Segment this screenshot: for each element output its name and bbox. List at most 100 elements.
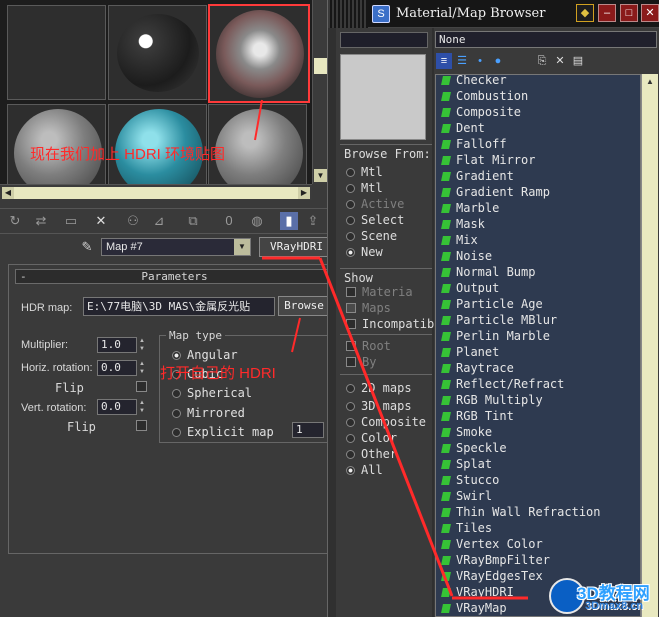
map-list-item[interactable]: Normal Bump xyxy=(441,264,535,280)
map-list-item[interactable]: VRayEdgesTex xyxy=(441,568,543,584)
show-in-viewport-icon[interactable]: ◍ xyxy=(248,212,266,230)
put-to-scene-icon[interactable]: ⇄ xyxy=(32,212,50,230)
map-list-item[interactable]: Composite xyxy=(441,104,521,120)
map-list-item[interactable]: Combustion xyxy=(441,88,528,104)
radio-button[interactable] xyxy=(172,428,181,437)
vert-rotation-field[interactable]: 0.0 xyxy=(97,399,137,415)
map-list-item[interactable]: Planet xyxy=(441,344,499,360)
sample-slot-2[interactable] xyxy=(108,5,207,100)
map-list-item[interactable]: Particle MBlur xyxy=(441,312,557,328)
parameters-rollout-header[interactable]: - Parameters xyxy=(15,269,333,284)
browser-titlebar[interactable]: S Material/Map Browser ◆ – □ ✕ xyxy=(328,0,659,28)
reset-icon[interactable]: ✕ xyxy=(92,212,110,230)
browse-from-mtl-library[interactable]: Mtl xyxy=(346,165,383,179)
radio-button[interactable] xyxy=(172,389,181,398)
scroll-thumb[interactable] xyxy=(314,58,327,74)
multiplier-spinner[interactable]: ▲ ▼ xyxy=(137,337,147,353)
view-list-icon[interactable]: ≡ xyxy=(436,53,452,69)
window-menu-icon[interactable]: ◆ xyxy=(576,4,594,22)
scroll-down-icon[interactable]: ▼ xyxy=(314,169,327,182)
map-list-item[interactable]: Smoke xyxy=(441,424,492,440)
map-list-item[interactable]: Swirl xyxy=(441,488,492,504)
view-list-icons-icon[interactable]: ☰ xyxy=(454,53,470,69)
radio-button[interactable] xyxy=(172,409,181,418)
map-type-mirrored[interactable]: Mirrored xyxy=(172,406,245,420)
map-list-item[interactable]: Mix xyxy=(441,232,478,248)
scroll-thumb[interactable] xyxy=(14,187,298,199)
map-list-item[interactable]: VRayHDRI xyxy=(441,584,514,600)
category-2d-maps[interactable]: 2D maps xyxy=(346,381,412,395)
map-type-button[interactable]: VRayHDRI xyxy=(259,237,333,257)
map-list-item[interactable]: Gradient Ramp xyxy=(441,184,550,200)
show-incompatible-checkbox[interactable]: Incompatib xyxy=(346,317,434,331)
close-icon[interactable]: ✕ xyxy=(641,4,659,22)
show-end-result-icon[interactable]: ▮ xyxy=(280,212,298,230)
map-list-item[interactable]: RGB Tint xyxy=(441,408,514,424)
put-to-library-icon[interactable]: ⧉ xyxy=(184,212,202,230)
map-list-item[interactable]: Output xyxy=(441,280,499,296)
browse-from-selected[interactable]: Select xyxy=(346,213,404,227)
map-list-item[interactable]: Falloff xyxy=(441,136,507,152)
scroll-up-icon[interactable]: ▲ xyxy=(644,76,656,88)
eyedropper-icon[interactable]: ✎ xyxy=(78,238,96,256)
map-list-item[interactable]: Checker xyxy=(441,75,507,88)
map-list-item[interactable]: Reflect/Refract xyxy=(441,376,564,392)
map-list-item[interactable]: Mask xyxy=(441,216,485,232)
clear-library-icon[interactable]: ▤ xyxy=(570,53,586,69)
category-color-mods[interactable]: Color xyxy=(346,431,397,445)
map-list-item[interactable]: Speckle xyxy=(441,440,507,456)
map-list-item[interactable]: Splat xyxy=(441,456,492,472)
scroll-right-icon[interactable]: ▶ xyxy=(298,187,310,199)
map-list-item[interactable]: VRayBmpFilter xyxy=(441,552,550,568)
map-list-item[interactable]: Flat Mirror xyxy=(441,152,535,168)
material-id-icon[interactable]: 0 xyxy=(220,212,238,230)
category-compositors[interactable]: Composite xyxy=(346,415,426,429)
get-material-icon[interactable]: ↻ xyxy=(6,212,24,230)
explicit-map-channel-field[interactable]: 1 xyxy=(292,422,324,438)
delete-from-library-icon[interactable]: ✕ xyxy=(552,53,568,69)
make-unique-icon[interactable]: ⊿ xyxy=(150,212,168,230)
map-list-item[interactable]: Stucco xyxy=(441,472,499,488)
horiz-flip-checkbox[interactable] xyxy=(136,381,147,392)
map-list-item[interactable]: Vertex Color xyxy=(441,536,543,552)
map-list-item[interactable]: Perlin Marble xyxy=(441,328,550,344)
vert-rotation-spinner[interactable]: ▲ ▼ xyxy=(137,399,147,415)
map-name-field[interactable]: Map #7 ▼ xyxy=(101,238,251,256)
map-type-list[interactable]: Checker Combustion Composite Dent Falloff Fla… xyxy=(435,74,641,617)
make-copy-icon[interactable]: ⚇ xyxy=(124,212,142,230)
list-scrollbar[interactable]: ▲ xyxy=(641,74,658,617)
map-list-item[interactable]: Particle Age xyxy=(441,296,543,312)
minimize-icon[interactable]: – xyxy=(598,4,616,22)
view-large-icons-icon[interactable]: ● xyxy=(490,53,506,69)
map-list-item[interactable]: Marble xyxy=(441,200,499,216)
sample-slot-1[interactable] xyxy=(7,5,106,100)
multiplier-field[interactable]: 1.0 xyxy=(97,337,137,353)
vert-flip-checkbox[interactable] xyxy=(136,420,147,431)
horiz-rotation-field[interactable]: 0.0 xyxy=(97,360,137,376)
browse-from-scene[interactable]: Scene xyxy=(346,229,397,243)
map-type-explicit-map[interactable]: Explicit map xyxy=(172,425,274,439)
radio-button[interactable] xyxy=(172,351,181,360)
category-other[interactable]: Other xyxy=(346,447,397,461)
go-parent-icon[interactable]: ⇪ xyxy=(304,212,322,230)
sample-slot-3-selected[interactable] xyxy=(208,4,310,103)
map-list-item[interactable]: Tiles xyxy=(441,520,492,536)
map-list-item[interactable]: RGB Multiply xyxy=(441,392,543,408)
category-all[interactable]: All xyxy=(346,463,383,477)
map-type-angular[interactable]: Angular xyxy=(172,348,238,362)
horiz-rotation-spinner[interactable]: ▲ ▼ xyxy=(137,360,147,376)
slots-vertical-scrollbar[interactable]: ▼ xyxy=(312,0,328,184)
hdr-map-path-field[interactable]: E:\77电脑\3D MAS\金属反光贴 xyxy=(83,297,275,316)
map-list-item[interactable]: Noise xyxy=(441,248,492,264)
map-type-spherical[interactable]: Spherical xyxy=(172,386,252,400)
map-list-item[interactable]: Gradient xyxy=(441,168,514,184)
browse-from-mtl-editor[interactable]: Mtl xyxy=(346,181,383,195)
browser-search-input[interactable] xyxy=(340,32,428,48)
map-list-item[interactable]: Dent xyxy=(441,120,485,136)
map-list-item[interactable]: VRayMap xyxy=(441,600,507,616)
map-list-item[interactable]: Raytrace xyxy=(441,360,514,376)
assign-material-icon[interactable]: ▭ xyxy=(62,212,80,230)
browse-button[interactable]: Browse xyxy=(278,296,330,316)
browse-from-new[interactable]: New xyxy=(346,245,383,259)
map-list-item[interactable]: Thin Wall Refraction xyxy=(441,504,601,520)
